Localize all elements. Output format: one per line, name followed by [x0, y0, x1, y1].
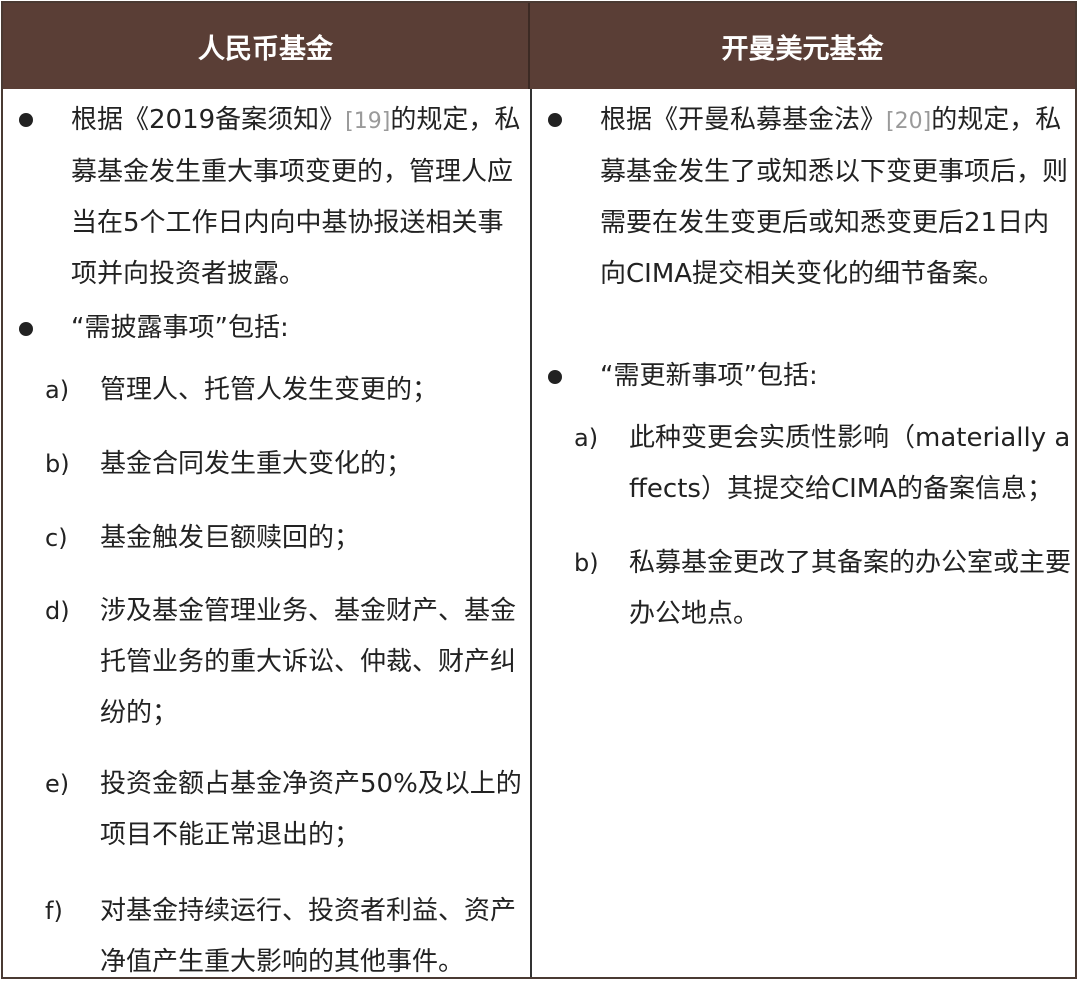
item-text: 涉及基金管理业务、基金财产、基金托管业务的重大诉讼、仲裁、财产纠纷的； — [100, 596, 517, 728]
comparison-table: 人民币基金 开曼美元基金 根据《2019备案须知》[19]的规定，私募基金发生重… — [1, 1, 1077, 979]
bullet-dot — [19, 322, 33, 336]
column-divider — [530, 89, 532, 977]
bullet-dot — [548, 113, 562, 127]
header-cayman-usd-fund: 开曼美元基金 — [721, 33, 884, 65]
item-label: c) — [45, 524, 68, 552]
right-bullet-1-text: 根据《开曼私募基金法》[20]的规定，私募基金发生了或知悉以下变更事项后，则需要… — [600, 95, 1072, 300]
right-bullet-2-text: “需更新事项”包括: — [600, 361, 818, 391]
reference-19: [19] — [345, 109, 391, 134]
right-bullet-1-pre: 根据《开曼私募基金法》 — [600, 105, 887, 135]
item-text: 此种变更会实质性影响（materially affects）其提交给CIMA的备… — [629, 423, 1071, 504]
left-bullet-1-text: 根据《2019备案须知》[19]的规定，私募基金发生重大事项变更的，管理人应当在… — [71, 95, 523, 300]
left-bullet-1-pre: 根据《2019备案须知》 — [71, 105, 346, 135]
item-label: b) — [45, 450, 70, 478]
item-label: a) — [45, 376, 70, 404]
item-label: f) — [45, 897, 63, 925]
item-text: 投资金额占基金净资产50%及以上的项目不能正常退出的； — [100, 769, 522, 850]
left-bullet-2-text: “需披露事项”包括: — [71, 313, 289, 343]
item-text: 基金触发巨额赎回的； — [100, 523, 361, 553]
header-rmb-fund: 人民币基金 — [3, 3, 530, 89]
item-text: 对基金持续运行、投资者利益、资产净值产生重大影响的其他事件。 — [100, 896, 517, 977]
bullet-dot — [548, 370, 562, 384]
item-text: 基金合同发生重大变化的； — [100, 449, 413, 479]
item-label: a) — [574, 424, 599, 452]
item-label: b) — [574, 549, 599, 577]
table-header: 人民币基金 开曼美元基金 — [3, 3, 1075, 89]
bullet-dot — [19, 113, 33, 127]
item-label: e) — [45, 770, 70, 798]
item-text: 私募基金更改了其备案的办公室或主要办公地点。 — [629, 548, 1072, 629]
item-text: 管理人、托管人发生变更的； — [100, 375, 439, 405]
item-label: d) — [45, 597, 70, 625]
reference-20: [20] — [886, 109, 932, 134]
